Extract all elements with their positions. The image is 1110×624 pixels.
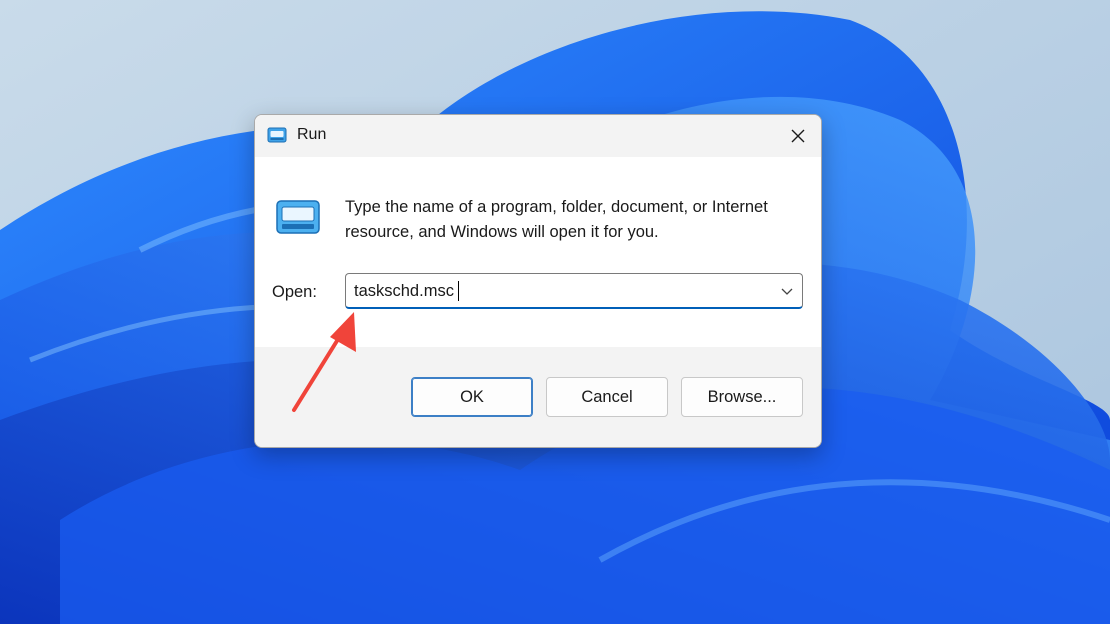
- run-app-icon: [276, 200, 320, 234]
- browse-button[interactable]: Browse...: [681, 377, 803, 417]
- text-caret: [458, 281, 459, 301]
- title-bar[interactable]: Run: [255, 115, 821, 157]
- dialog-content: Type the name of a program, folder, docu…: [255, 157, 821, 347]
- close-icon: [791, 129, 805, 143]
- dialog-footer: OK Cancel Browse...: [255, 347, 821, 447]
- open-label: Open:: [272, 283, 317, 301]
- dialog-title: Run: [297, 126, 327, 143]
- dialog-description: Type the name of a program, folder, docu…: [345, 198, 768, 241]
- chevron-down-icon[interactable]: [778, 282, 796, 300]
- run-dialog: Run Type the name of a program, folder, …: [254, 114, 822, 448]
- ok-button[interactable]: OK: [411, 377, 533, 417]
- close-button[interactable]: [775, 115, 821, 157]
- cancel-button[interactable]: Cancel: [546, 377, 668, 417]
- open-input[interactable]: [354, 276, 754, 306]
- run-app-icon: [267, 127, 287, 143]
- open-combobox[interactable]: [345, 273, 803, 309]
